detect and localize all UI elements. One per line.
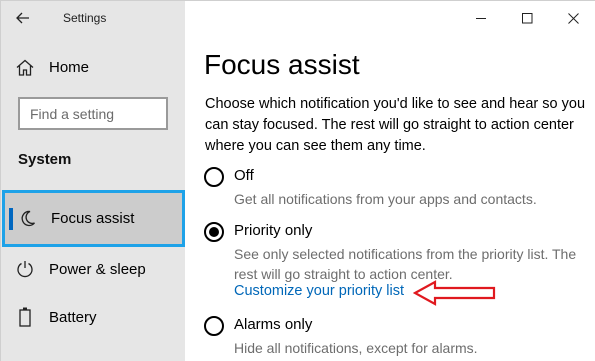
- maximize-icon: [521, 12, 532, 23]
- sidebar-item-label: Focus assist: [51, 210, 135, 227]
- minimize-icon: [475, 17, 486, 19]
- close-icon: [567, 12, 579, 24]
- page-title: Focus assist: [204, 49, 360, 80]
- window-controls: [458, 1, 595, 35]
- sidebar-item-label: Power & sleep: [49, 260, 146, 278]
- title-bar: Settings: [1, 1, 185, 35]
- priority-only-radio[interactable]: [204, 222, 224, 242]
- search-input[interactable]: Find a setting: [18, 97, 168, 130]
- option-label: Alarms only: [234, 316, 313, 333]
- sidebar-item-focus-assist[interactable]: Focus assist: [2, 190, 185, 247]
- sidebar-item-label: Battery: [49, 308, 97, 326]
- page-description: Choose which notification you'd like to …: [205, 96, 586, 154]
- settings-window: Settings Home Find a setting System Focu…: [0, 0, 595, 361]
- customize-priority-list-link[interactable]: Customize your priority list: [234, 283, 404, 299]
- close-button[interactable]: [550, 1, 595, 35]
- selection-indicator: [9, 208, 13, 230]
- option-description: Get all notifications from your apps and…: [234, 191, 537, 207]
- option-description: See only selected notifications from the…: [234, 246, 577, 282]
- app-title: Settings: [63, 11, 107, 25]
- alarms-only-radio[interactable]: [204, 316, 224, 336]
- sidebar-item-home[interactable]: Home: [1, 44, 185, 90]
- home-icon: [1, 44, 49, 90]
- minimize-button[interactable]: [458, 1, 504, 35]
- sidebar: Settings Home Find a setting System Focu…: [1, 1, 185, 361]
- search-placeholder: Find a setting: [30, 105, 115, 122]
- section-title: System: [18, 151, 72, 168]
- content-pane: Focus assist Choose which notification y…: [185, 1, 595, 361]
- annotation-arrow-icon: [413, 280, 496, 306]
- option-description: Hide all notifications, except for alarm…: [234, 340, 478, 356]
- battery-icon: [1, 294, 49, 340]
- sidebar-item-label: Home: [49, 58, 90, 76]
- off-radio[interactable]: [204, 167, 224, 187]
- option-label: Off: [234, 167, 254, 184]
- maximize-button[interactable]: [504, 1, 550, 35]
- power-icon: [1, 246, 49, 292]
- sidebar-item-power-sleep[interactable]: Power & sleep: [1, 246, 185, 292]
- sidebar-item-battery[interactable]: Battery: [1, 294, 185, 340]
- back-button[interactable]: [1, 1, 45, 35]
- option-label: Priority only: [234, 222, 313, 239]
- back-arrow-icon: [16, 12, 29, 24]
